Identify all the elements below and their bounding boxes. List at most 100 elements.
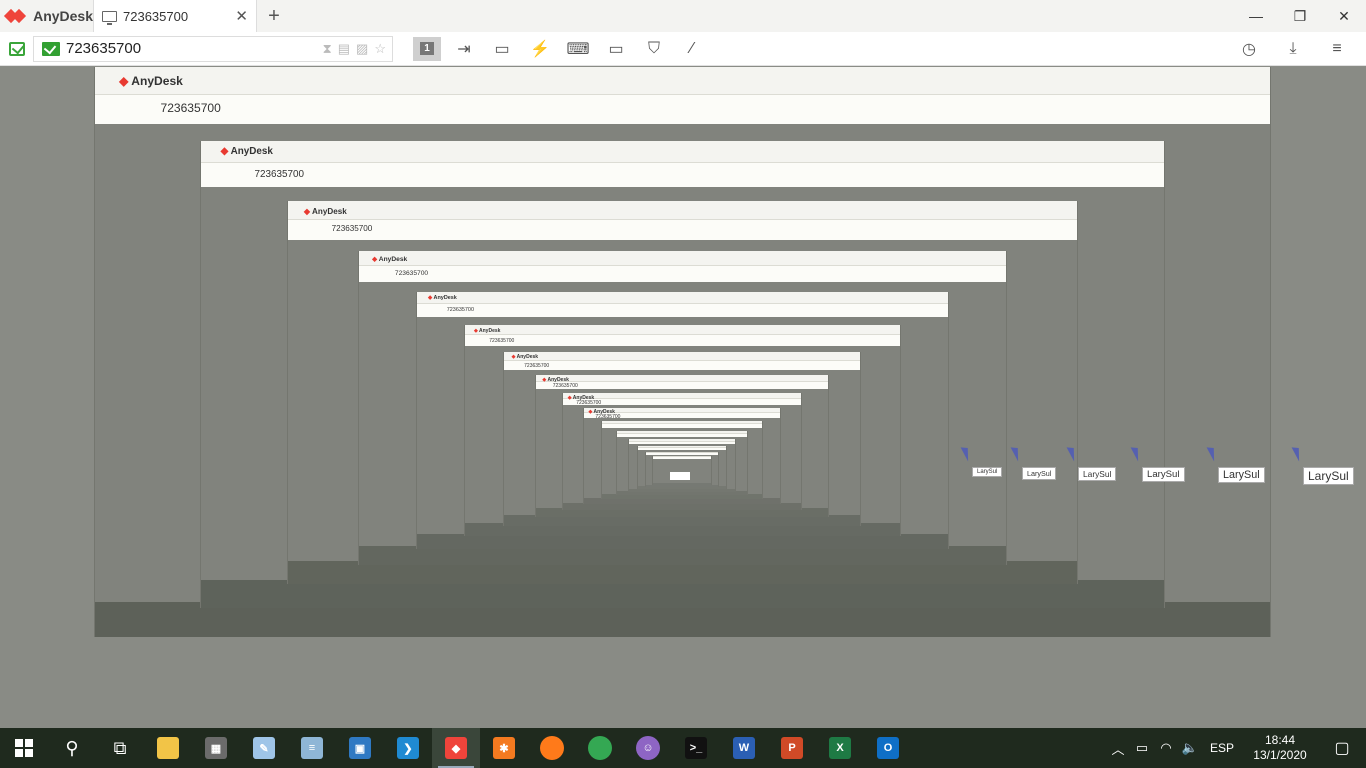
menu-icon[interactable]: ≡ [1322,37,1352,61]
image-icon[interactable]: ▨ [356,41,368,57]
task-view-icon: ⧉ [113,737,127,758]
nested-title-bar [287,201,1078,220]
draw-icon[interactable]: ∕ [677,37,707,61]
tab-close-icon[interactable]: ✕ [235,7,248,25]
favorite-star-icon[interactable]: ☆ [374,41,386,57]
history-icon[interactable]: ◷ [1234,37,1264,61]
taskbar-app-xampp[interactable]: ✱ [480,728,528,768]
anydesk-brand[interactable]: AnyDesk [0,0,93,32]
nested-app-name-text: AnyDesk [230,146,273,158]
taskbar-app-github-desktop[interactable]: ☺ [624,728,672,768]
taskbar-app-file-explorer[interactable] [144,728,192,768]
nested-address-value: 723635700 [331,224,373,234]
nested-toolbar [95,94,1271,124]
address-field[interactable]: 723635700 ⧗ ▤ ▨ ☆ [33,35,393,62]
nested-title-bar [465,324,900,336]
cursor-user-label: LarySul [1218,467,1265,483]
taskbar-app-calculator[interactable]: ▦ [192,728,240,768]
taskbar-app-chrome[interactable] [576,728,624,768]
nested-app-name-text: AnyDesk [433,294,457,301]
title-bar: AnyDesk 723635700 ✕ + — ❐ ✕ [0,0,1366,32]
notepad-icon: ≡ [301,737,323,759]
powerpoint-icon: P [781,737,803,759]
nested-app-name: ◆ AnyDesk [542,376,569,383]
cursor-user-label: LarySul [1142,467,1185,482]
taskbar-app-paint[interactable]: ✎ [240,728,288,768]
show-hidden-icons-icon[interactable]: ︿ [1106,739,1130,758]
nested-app-name: ◆ AnyDesk [119,73,183,88]
remote-cursor-icon [1291,444,1305,462]
wifi-icon[interactable]: ◠ [1154,740,1178,756]
privacy-icon[interactable]: ⛉ [639,37,669,61]
maximize-button[interactable]: ❐ [1278,0,1322,32]
nested-title-bar [504,352,861,361]
monitor-icon [102,10,117,25]
xampp-icon: ✱ [493,737,515,759]
taskbar-app-terminal[interactable]: >_ [672,728,720,768]
nested-taskbar [653,483,712,486]
download-icon[interactable]: ⤓ [1278,37,1308,61]
taskbar-app-powerpoint[interactable]: P [768,728,816,768]
taskbar-app-notepad[interactable]: ≡ [288,728,336,768]
nested-app-name-text: AnyDesk [516,354,539,361]
cursor-user-label: LarySul [972,467,1003,477]
nested-address-value: 723635700 [489,337,515,344]
taskbar-app-word[interactable]: W [720,728,768,768]
nested-toolbar [638,448,726,451]
anydesk-icon: ◆ [445,737,467,759]
nested-address-value: 723635700 [595,414,621,421]
start-button[interactable] [0,728,48,768]
taskbar-app-outlook[interactable]: O [864,728,912,768]
clock-time: 18:44 [1264,733,1296,747]
nested-address-value: 723635700 [160,101,221,116]
nested-toolbar [602,424,763,429]
clock[interactable]: 18:44 13/1/2020 [1242,733,1318,763]
display-icon[interactable]: ▭ [601,37,631,61]
taskbar-app-remote-desktop[interactable]: ▣ [336,728,384,768]
nested-address-value: 723635700 [394,269,429,277]
search-icon: ⚲ [65,737,79,758]
battery-icon[interactable]: ▭ [1130,740,1154,756]
cursor-user-label: LarySul [1022,467,1057,480]
address-value: 723635700 [66,40,142,57]
nested-app-name: ◆ AnyDesk [303,206,347,216]
volume-icon[interactable]: 🔈 [1178,740,1202,756]
taskbar-app-firefox[interactable] [528,728,576,768]
nested-address-value: 723635700 [552,383,578,390]
windows-logo-icon [15,739,33,757]
taskbar-app-excel[interactable]: X [816,728,864,768]
nested-address-value: 723635700 [524,362,550,369]
firefox-icon [540,736,564,760]
nested-app-name-text: AnyDesk [378,255,408,263]
nested-toolbar [200,163,1165,188]
monitor-select-button[interactable]: 1 [413,36,441,61]
hourglass-icon[interactable]: ⧗ [323,41,332,57]
nested-title-bar [200,140,1165,164]
connection-status-icon[interactable] [9,41,25,56]
nested-app-name-text: AnyDesk [479,327,501,334]
nested-app-name-text: AnyDesk [547,376,569,383]
chrome-icon [588,736,612,760]
database-icon[interactable]: ▤ [338,41,350,57]
nested-toolbar [287,219,1078,240]
minimize-button[interactable]: — [1234,0,1278,32]
chat-icon[interactable]: ▭ [487,37,517,61]
switch-sides-icon[interactable]: ⇥ [449,37,479,61]
session-tab[interactable]: 723635700 ✕ [93,0,257,32]
new-tab-button[interactable]: + [257,5,291,28]
input-language[interactable]: ESP [1210,741,1234,755]
remote-desktop-view[interactable]: ◆ AnyDesk 723635700 ◆ AnyDesk 723635700 ◆ An… [0,67,1366,728]
nested-app-name-text: AnyDesk [131,73,183,88]
vscode-icon: ❯ [397,737,419,759]
search-button[interactable]: ⚲ [48,728,96,768]
keyboard-icon[interactable]: ⌨ [563,37,593,61]
notification-center-icon[interactable]: ▢ [1318,738,1366,758]
tab-label: 723635700 [123,8,189,24]
taskbar-app-vscode[interactable]: ❯ [384,728,432,768]
close-button[interactable]: ✕ [1322,0,1366,32]
task-view-button[interactable]: ⧉ [96,728,144,768]
file-explorer-icon [157,737,179,759]
actions-icon[interactable]: ⚡ [525,37,555,61]
taskbar-app-anydesk[interactable]: ◆ [432,728,480,768]
clock-date: 13/1/2020 [1253,748,1307,762]
